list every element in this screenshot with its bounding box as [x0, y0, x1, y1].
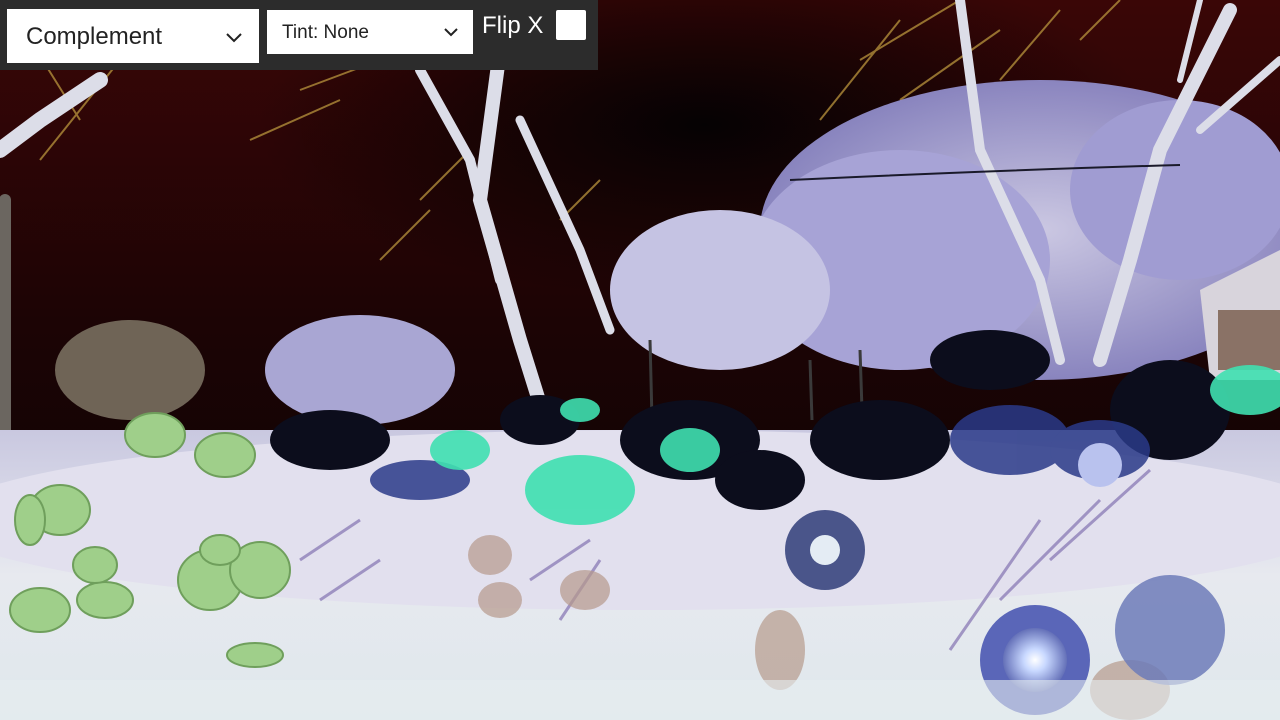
chevron-down-icon: [226, 33, 242, 43]
flip-x-control: Flip X: [474, 0, 598, 48]
chevron-down-icon: [444, 28, 458, 37]
tint-select-value: Tint: None: [282, 22, 369, 43]
flip-x-checkbox[interactable]: [556, 10, 586, 40]
inverted-camera-feed: [0, 0, 1280, 720]
effect-select-value: Complement: [26, 23, 163, 50]
effect-select[interactable]: Complement: [7, 9, 259, 63]
app-window: Complement Tint: None Flip X: [0, 0, 1280, 720]
flip-x-label: Flip X: [482, 12, 544, 39]
tint-select[interactable]: Tint: None: [267, 10, 473, 54]
